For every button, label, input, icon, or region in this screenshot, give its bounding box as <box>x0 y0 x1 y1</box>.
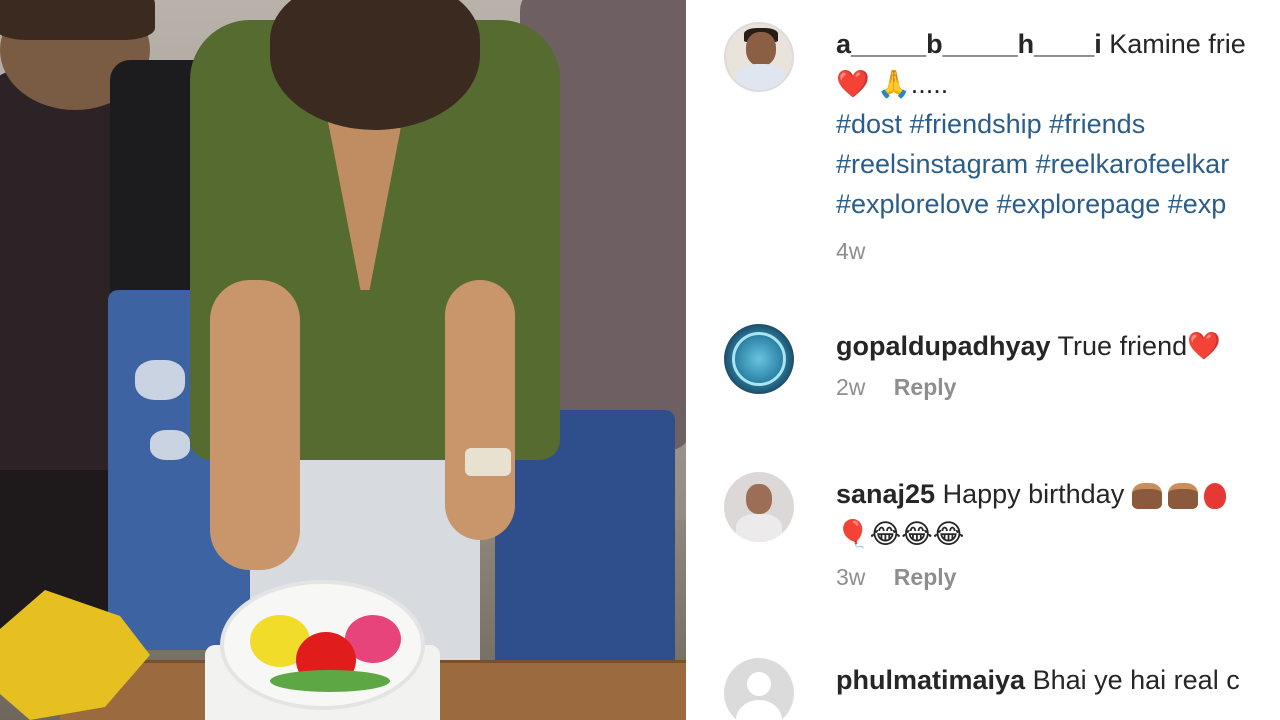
caption-text: Kamine frie <box>1109 29 1246 59</box>
comment-avatar[interactable] <box>724 324 794 394</box>
caption-emoji-line: ❤️ 🙏..... <box>836 69 949 99</box>
avatar-placeholder-head <box>747 672 771 696</box>
avatar-body <box>736 64 786 90</box>
comment-username[interactable]: phulmatimaiya <box>836 665 1025 695</box>
avatar-ring <box>732 332 786 386</box>
comment-avatar[interactable] <box>724 472 794 542</box>
caption-hashtags-1[interactable]: #dost #friendship #friends <box>836 104 1280 144</box>
comment-username[interactable]: sanaj25 <box>836 479 935 509</box>
comment-text: Bhai ye hai real c <box>1032 665 1240 695</box>
person-main-arm-right <box>445 280 515 540</box>
comment-emoji-line: 🎈😂😂😂 <box>836 519 965 549</box>
jeans-rip <box>135 360 185 400</box>
caption-time: 4w <box>836 238 866 264</box>
caption-content: a_____b_____h____i Kamine frie ❤️ 🙏.....… <box>836 22 1280 265</box>
reply-button[interactable]: Reply <box>894 564 957 590</box>
comment-time: 3w <box>836 564 866 590</box>
comment-text: Happy birthday <box>942 479 1125 509</box>
avatar-face <box>746 32 776 66</box>
reply-button[interactable]: Reply <box>894 374 957 400</box>
avatar-face <box>746 484 772 514</box>
comment-content: gopaldupadhyay True friend❤️ 2w Reply <box>836 324 1280 401</box>
wrist-watch <box>465 448 511 476</box>
caption-avatar[interactable] <box>724 22 794 92</box>
caption-hashtags-3[interactable]: #explorelove #explorepage #exp <box>836 184 1280 224</box>
comment-avatar[interactable] <box>724 658 794 720</box>
caption-username[interactable]: a_____b_____h____i <box>836 29 1102 59</box>
comment-content: phulmatimaiya Bhai ye hai real c <box>836 658 1280 700</box>
post-photo[interactable] <box>0 0 686 720</box>
avatar-body <box>736 514 782 542</box>
jeans-rip <box>150 430 190 460</box>
comment-text: True friend <box>1057 331 1188 361</box>
caption-hashtags-2[interactable]: #reelsinstagram #reelkarofeelkar <box>836 144 1280 184</box>
person-left-hair <box>0 0 155 40</box>
comments-panel[interactable]: a_____b_____h____i Kamine frie ❤️ 🙏.....… <box>686 0 1280 720</box>
heart-emoji: ❤️ <box>1187 331 1221 361</box>
comment-content: sanaj25 Happy birthday 🎈😂😂😂 3w Reply <box>836 472 1280 591</box>
person-main-arm-left <box>210 280 300 570</box>
comment-time: 2w <box>836 374 866 400</box>
cake-leaves <box>270 670 390 692</box>
balloon-emoji-icon <box>1203 482 1226 509</box>
avatar-placeholder-body <box>736 700 782 720</box>
cake-emoji-icon <box>1167 482 1198 509</box>
comment-username[interactable]: gopaldupadhyay <box>836 331 1051 361</box>
cake-emoji-icon <box>1131 482 1162 509</box>
